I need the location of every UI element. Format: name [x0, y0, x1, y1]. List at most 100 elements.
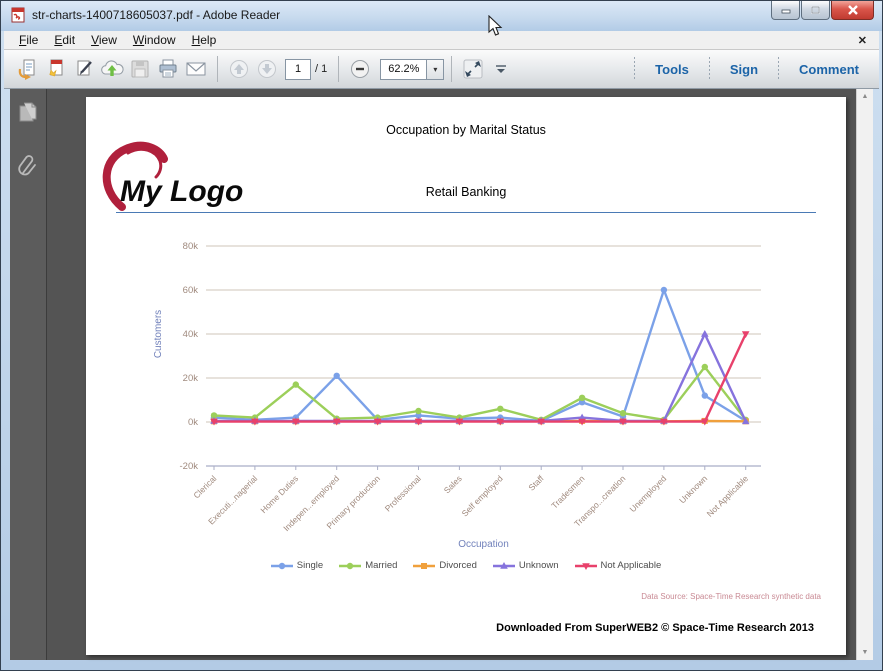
resize-arrows-icon — [463, 59, 483, 79]
header-divider — [116, 212, 816, 213]
toolbar-more-icon — [496, 65, 507, 73]
scroll-down-icon[interactable]: ▼ — [862, 645, 869, 660]
svg-text:Staff: Staff — [526, 473, 546, 493]
title-bar[interactable]: str-charts-1400718605037.pdf - Adobe Rea… — [1, 1, 882, 31]
legend-label: Single — [296, 560, 324, 571]
main-area: Occupation by Marital Status My Logo Ret… — [10, 89, 873, 660]
report-subtitle: Retail Banking — [425, 185, 507, 199]
next-page-button[interactable] — [253, 55, 281, 83]
document-area[interactable]: Occupation by Marital Status My Logo Ret… — [47, 89, 856, 660]
toolbar-separator — [217, 56, 218, 82]
fit-page-button[interactable] — [459, 55, 487, 83]
legend-label: Married — [365, 560, 398, 571]
page-count-label: / 1 — [315, 63, 328, 75]
close-button[interactable] — [831, 1, 874, 20]
svg-text:Professional: Professional — [383, 473, 423, 513]
toolbar-separator — [451, 56, 453, 82]
logo-swoosh-icon: My Logo — [102, 141, 243, 211]
create-pdf-button[interactable] — [42, 55, 70, 83]
page-number-input[interactable] — [285, 58, 311, 80]
close-icon — [847, 5, 858, 15]
vertical-scrollbar[interactable]: ▲ ▼ — [856, 89, 873, 660]
zoom-level-control[interactable]: 62.2% ▾ — [380, 58, 445, 80]
svg-text:Not Applicable: Not Applicable — [705, 473, 751, 519]
chart-legend: Single Married Divorced Unknown Not Applicab… — [86, 560, 846, 571]
menu-file[interactable]: File — [11, 31, 46, 49]
legend-label: Not Applicable — [600, 560, 662, 571]
svg-text:60k: 60k — [183, 285, 199, 296]
menu-view[interactable]: View — [83, 31, 125, 49]
sign-panel-button[interactable]: Sign — [720, 58, 768, 81]
save-button[interactable] — [126, 55, 154, 83]
svg-text:0k: 0k — [188, 417, 198, 428]
svg-text:Clerical: Clerical — [191, 473, 218, 500]
sign-pen-icon — [77, 60, 92, 76]
close-document-button[interactable]: ✕ — [854, 33, 871, 48]
legend-item: Married — [339, 560, 397, 571]
window-title: str-charts-1400718605037.pdf - Adobe Rea… — [32, 8, 281, 22]
comment-panel-button[interactable]: Comment — [789, 58, 869, 81]
pdf-page: Occupation by Marital Status My Logo Ret… — [86, 97, 846, 655]
adobe-reader-window: str-charts-1400718605037.pdf - Adobe Rea… — [0, 0, 883, 671]
legend-item: Divorced — [413, 560, 477, 571]
svg-text:Tradesmen: Tradesmen — [549, 473, 586, 510]
zoom-level-value: 62.2% — [388, 63, 420, 75]
tools-panel-button[interactable]: Tools — [645, 58, 699, 81]
minimize-button[interactable] — [771, 1, 800, 20]
sign-pen-button[interactable] — [70, 55, 98, 83]
series-unknown — [210, 330, 750, 425]
menu-help[interactable]: Help — [184, 31, 225, 49]
series-single — [210, 286, 749, 425]
email-button[interactable] — [182, 55, 210, 83]
legend-label: Unknown — [518, 560, 559, 571]
legend-swatch-icon — [413, 562, 436, 569]
navigation-pane — [10, 89, 47, 660]
restore-icon — [811, 6, 820, 14]
toolbar-more-button[interactable] — [487, 55, 515, 83]
page-thumbnails-icon — [19, 102, 37, 122]
legend-swatch-icon — [339, 562, 362, 569]
restore-button[interactable] — [801, 1, 830, 20]
legend-label: Divorced — [439, 560, 477, 571]
download-footer: Downloaded From SuperWEB2 © Space-Time R… — [496, 622, 814, 634]
chart: 80k 60k 40k 20k 0k -20k Clerical Executi...nage… — [141, 217, 791, 557]
previous-page-button[interactable] — [225, 55, 253, 83]
open-button[interactable] — [14, 55, 42, 83]
data-source-note: Data Source: Space-Time Research synthet… — [641, 592, 821, 601]
legend-item: Unknown — [492, 560, 559, 571]
page-thumbnails-button[interactable] — [15, 99, 41, 125]
open-icon — [18, 59, 35, 80]
menu-edit[interactable]: Edit — [46, 31, 83, 49]
zoom-out-button[interactable] — [346, 55, 374, 83]
print-button[interactable] — [154, 55, 182, 83]
menu-window[interactable]: Window — [125, 31, 184, 49]
print-icon — [159, 59, 177, 78]
legend-item: Not Applicable — [574, 560, 662, 571]
panel-separator — [778, 57, 780, 81]
chart-svg: 80k60k40k20k0k-20kClericalExecuti...nage… — [153, 241, 761, 550]
legend-swatch-icon — [270, 562, 293, 569]
paperclip-icon — [18, 155, 36, 176]
save-icon — [131, 60, 149, 78]
legend-item: Single — [270, 560, 324, 571]
menu-bar: File Edit View Window Help ✕ — [4, 31, 879, 50]
scroll-up-icon[interactable]: ▲ — [862, 89, 869, 104]
svg-text:Unknown: Unknown — [677, 473, 709, 505]
toolbar: / 1 62.2% ▾ — [4, 50, 879, 89]
company-logo: My Logo — [92, 137, 262, 224]
panel-separator — [634, 57, 636, 81]
svg-text:-20k: -20k — [180, 461, 199, 472]
attachments-button[interactable] — [15, 153, 41, 179]
cloud-upload-button[interactable] — [98, 55, 126, 83]
zoom-dropdown-button[interactable]: ▾ — [426, 59, 444, 79]
legend-swatch-icon — [492, 561, 515, 569]
svg-text:Unemployed: Unemployed — [627, 473, 668, 514]
svg-text:Self employed: Self employed — [460, 473, 505, 518]
report-title: Occupation by Marital Status — [386, 123, 546, 137]
page-down-icon — [258, 60, 276, 78]
svg-text:40k: 40k — [183, 329, 199, 340]
svg-text:Home Duties: Home Duties — [258, 473, 300, 515]
zoom-out-icon — [351, 60, 370, 78]
minimize-icon — [781, 9, 790, 14]
toolbar-separator — [338, 56, 340, 82]
